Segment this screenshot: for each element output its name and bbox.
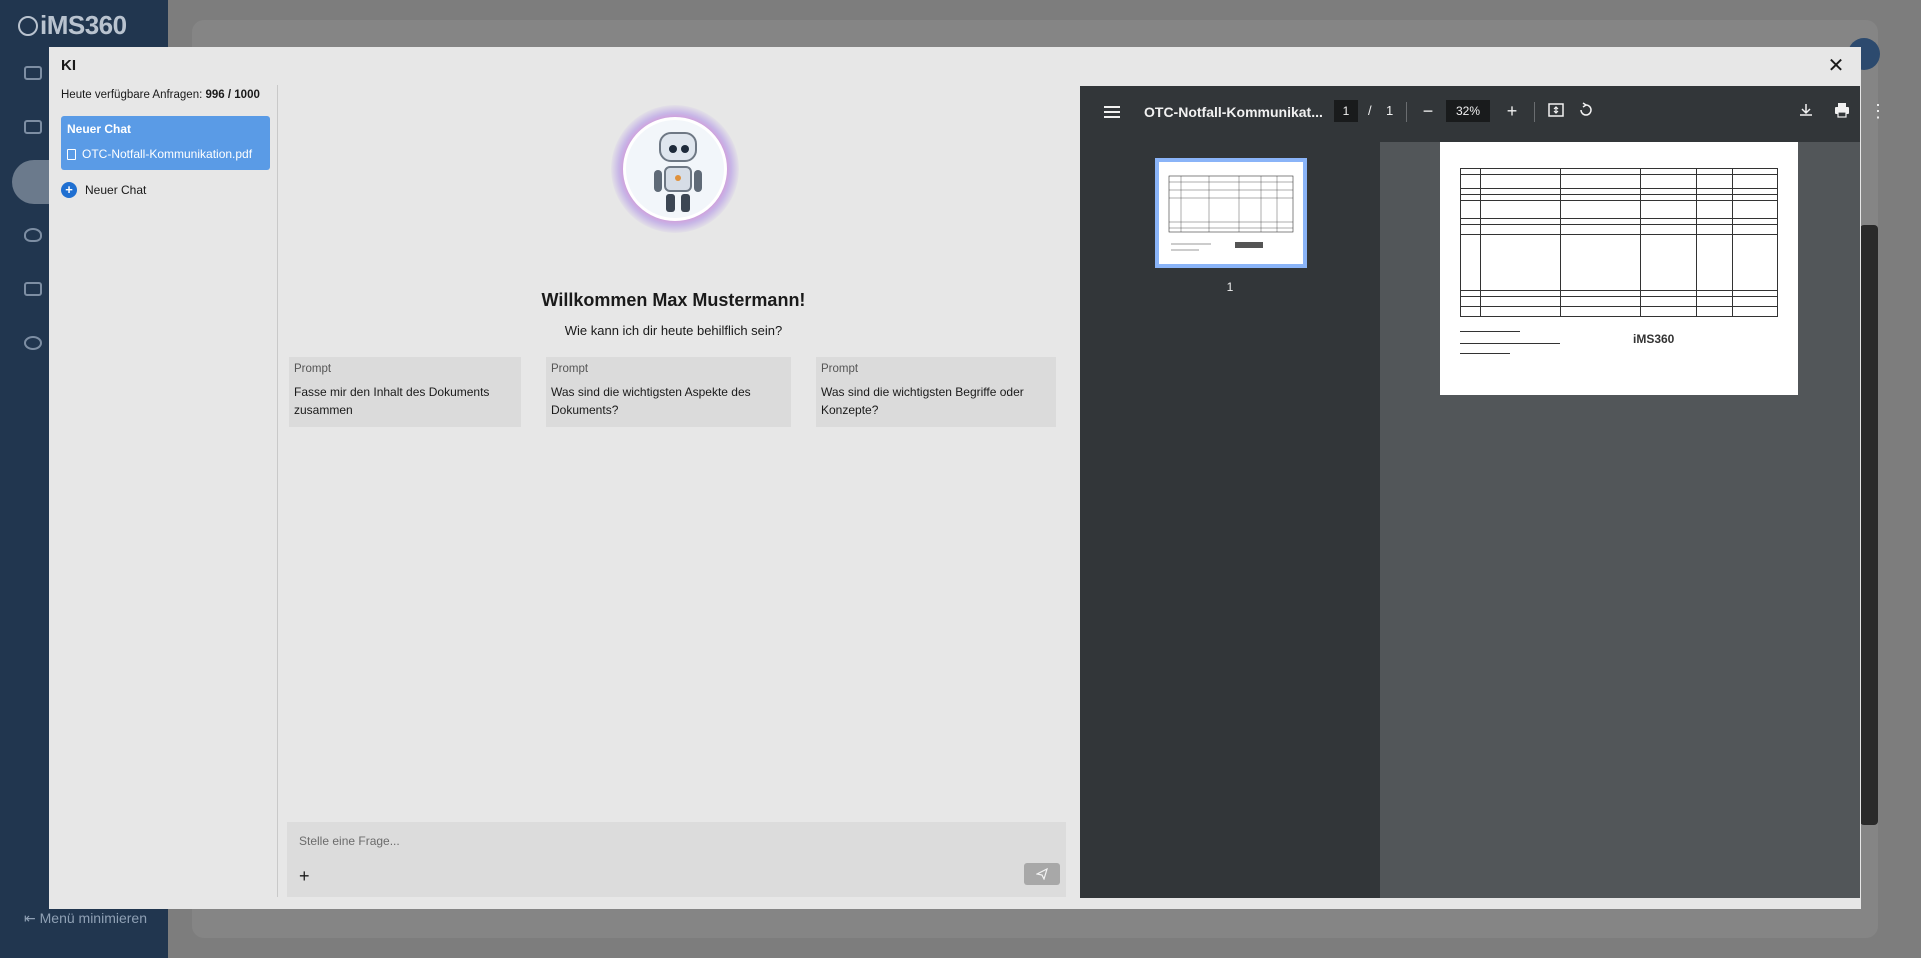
pdf-canvas[interactable]: iMS360	[1380, 142, 1860, 898]
chat-item-file-name: OTC-Notfall-Kommunikation.pdf	[82, 147, 253, 161]
prompt-text: Fasse mir den Inhalt des Dokuments zusam…	[294, 385, 490, 417]
quota-text: Heute verfügbare Anfragen: 996 / 1000	[61, 89, 260, 101]
prompt-text: Was sind die wichtigsten Aspekte des Dok…	[551, 385, 751, 417]
chat-input-box: +	[287, 822, 1066, 897]
prompt-card-summarize[interactable]: Prompt Fasse mir den Inhalt des Dokument…	[289, 357, 521, 427]
quota-label: Heute verfügbare Anfragen:	[61, 89, 203, 101]
pdf-page-logo: iMS360	[1633, 332, 1675, 346]
pdf-thumbnail-panel: 1	[1080, 142, 1380, 898]
file-icon	[67, 148, 76, 160]
toolbar-divider	[1406, 102, 1407, 122]
fit-page-icon[interactable]	[1546, 101, 1566, 121]
dashboard-icon[interactable]	[24, 66, 42, 80]
zoom-in-icon[interactable]: +	[1502, 101, 1522, 121]
zoom-input[interactable]: 32%	[1446, 100, 1490, 122]
pdf-title: OTC-Notfall-Kommunikat...	[1144, 104, 1323, 120]
prompt-head: Prompt	[821, 363, 859, 375]
prompt-text: Was sind die wichtigsten Begriffe oder K…	[821, 385, 1024, 417]
welcome-subtitle: Wie kann ich dir heute behilflich sein?	[564, 323, 783, 338]
pdf-page: iMS360	[1440, 142, 1798, 395]
bot-avatar	[623, 117, 727, 221]
send-button[interactable]	[1024, 863, 1060, 885]
prompt-card-aspects[interactable]: Prompt Was sind die wichtigsten Aspekte …	[546, 357, 791, 427]
chat-area: Willkommen Max Mustermann! Wie kann ich …	[279, 85, 1068, 897]
pdf-table	[1460, 168, 1778, 317]
close-icon[interactable]: ✕	[1825, 55, 1847, 77]
pdf-viewer: OTC-Notfall-Kommunikat... 1 / 1 − 32% + …	[1080, 86, 1887, 898]
toolbar-divider	[1534, 102, 1535, 122]
new-chat-button[interactable]: + Neuer Chat	[61, 182, 146, 198]
quota-value: 996 / 1000	[205, 89, 260, 101]
prompt-head: Prompt	[294, 363, 332, 375]
prompt-head: Prompt	[551, 363, 589, 375]
help-icon[interactable]	[24, 336, 42, 350]
thumbnail-page-number: 1	[1226, 280, 1234, 294]
page-separator: /	[1368, 103, 1372, 118]
chat-item-file[interactable]: OTC-Notfall-Kommunikation.pdf	[67, 147, 252, 161]
send-icon	[1036, 868, 1048, 880]
welcome-heading: Willkommen Max Mustermann!	[541, 290, 806, 310]
background-panel	[1860, 225, 1878, 825]
zoom-out-icon[interactable]: −	[1418, 101, 1438, 121]
download-icon[interactable]	[1796, 101, 1816, 121]
list-icon[interactable]	[24, 120, 42, 134]
more-icon[interactable]: ⋮	[1868, 101, 1888, 121]
rotate-icon[interactable]	[1576, 101, 1596, 121]
print-icon[interactable]	[1832, 101, 1852, 121]
minimize-menu-button[interactable]: ⇤ Menü minimieren	[24, 910, 147, 927]
app-logo: iMS360	[18, 10, 127, 41]
modal-title: KI	[61, 57, 76, 74]
question-input[interactable]	[299, 834, 999, 848]
ki-modal: KI ✕ Heute verfügbare Anfragen: 996 / 10…	[49, 47, 1887, 909]
shield-icon[interactable]	[24, 228, 42, 242]
page-number-input[interactable]: 1	[1334, 100, 1358, 122]
prompt-card-concepts[interactable]: Prompt Was sind die wichtigsten Begriffe…	[816, 357, 1056, 427]
chat-item-active[interactable]: Neuer Chat OTC-Notfall-Kommunikation.pdf	[61, 116, 270, 170]
page-thumbnail[interactable]	[1155, 158, 1307, 268]
page-total: 1	[1386, 103, 1394, 118]
new-chat-label: Neuer Chat	[85, 183, 147, 197]
menu-icon[interactable]	[1104, 106, 1120, 118]
robot-icon	[659, 132, 697, 162]
pdf-toolbar: OTC-Notfall-Kommunikat... 1 / 1 − 32% + …	[1080, 86, 1887, 142]
thumbnail-preview	[1168, 175, 1294, 251]
attach-button[interactable]: +	[299, 866, 310, 887]
chat-item-title: Neuer Chat	[67, 122, 132, 136]
plus-circle-icon: +	[61, 182, 77, 198]
settings-icon[interactable]	[24, 282, 42, 296]
chat-list-panel: Heute verfügbare Anfragen: 996 / 1000 Ne…	[49, 85, 278, 897]
